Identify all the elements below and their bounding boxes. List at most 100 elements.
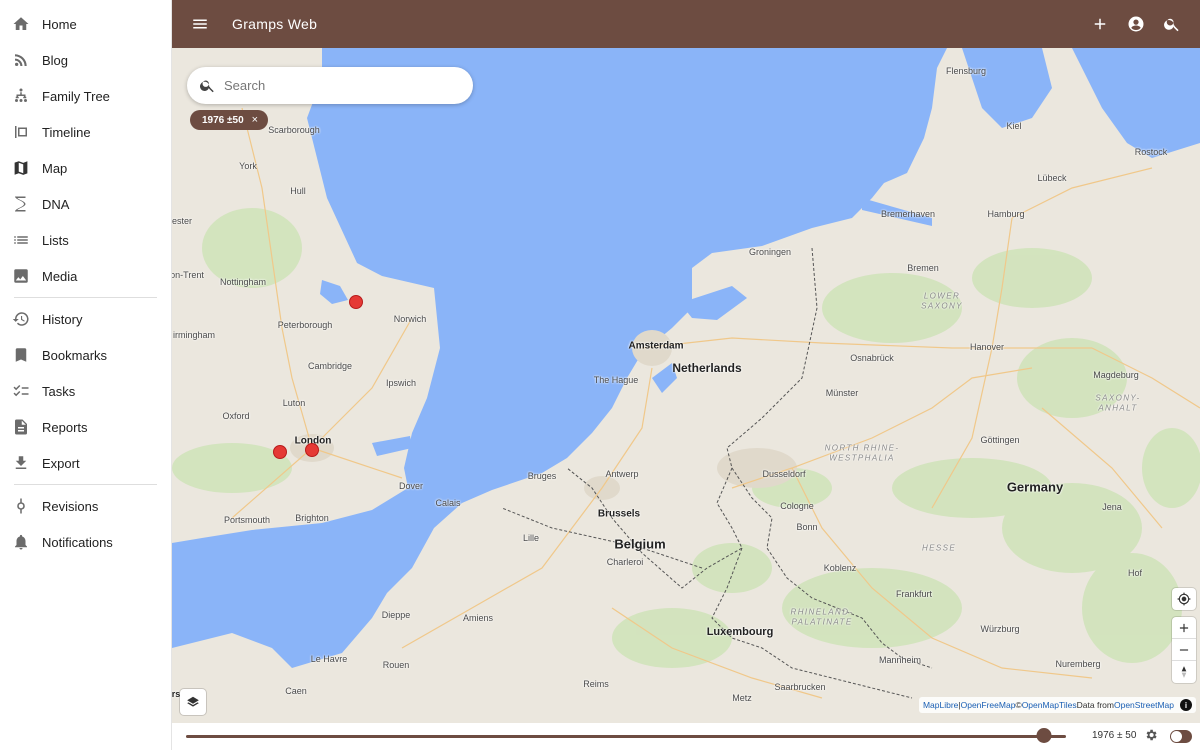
map-marker[interactable] — [273, 445, 287, 459]
place-label: Peterborough — [277, 320, 333, 330]
map-search-input[interactable] — [224, 78, 444, 93]
sidebar-item-bookmarks[interactable]: Bookmarks — [0, 337, 171, 373]
place-label: Saarbrucken — [774, 682, 826, 692]
zoom-in-button[interactable] — [1172, 617, 1196, 639]
place-label: Bruges — [527, 471, 557, 481]
place-label: Metz — [732, 693, 752, 703]
openmaptiles-link[interactable]: OpenMapTiles — [1022, 700, 1077, 710]
place-label: Luton — [282, 398, 306, 408]
place-label: Frankfurt — [895, 589, 933, 599]
place-label: Reims — [583, 679, 609, 689]
sidebar-item-label: Blog — [42, 52, 69, 68]
add-icon — [1094, 18, 1106, 30]
image-icon — [12, 267, 30, 285]
compass-button[interactable] — [1172, 661, 1196, 683]
sidebar-item-history[interactable]: History — [0, 301, 171, 337]
maplibre-link[interactable]: MapLibre — [923, 700, 958, 710]
country-label: Netherlands — [672, 361, 742, 375]
place-label: Göttingen — [980, 435, 1020, 445]
sidebar-item-blog[interactable]: Blog — [0, 42, 171, 78]
place-label: Hull — [290, 186, 306, 196]
sidebar-item-label: Reports — [42, 419, 88, 435]
map-view[interactable]: Flensburg Kiel Rostock Lübeck Hamburg Br… — [172, 48, 1200, 723]
place-label: Dusseldorf — [762, 469, 806, 479]
sidebar-item-media[interactable]: Media — [0, 258, 171, 294]
place-label: Nuremberg — [1055, 659, 1101, 669]
sidebar-item-map[interactable]: Map — [0, 150, 171, 186]
place-label: Antwerp — [605, 469, 639, 479]
sidebar-item-label: DNA — [42, 196, 70, 212]
menu-button[interactable] — [172, 0, 228, 48]
attribution-data-from: Data from — [1076, 700, 1114, 710]
date-filter-chip[interactable]: 1976 ±50 × — [190, 110, 269, 130]
place-label: Amsterdam — [628, 340, 684, 352]
sidebar-item-revisions[interactable]: Revisions — [0, 488, 171, 524]
place-label: Würzburg — [980, 624, 1020, 634]
sidebar-item-label: Revisions — [42, 498, 99, 514]
sidebar-item-reports[interactable]: Reports — [0, 409, 171, 445]
zoom-controls — [1172, 617, 1196, 683]
timeline-toggle[interactable] — [1170, 730, 1192, 743]
map-icon — [12, 159, 30, 177]
place-label: on-Trent — [172, 270, 204, 280]
gear-icon — [1146, 729, 1157, 741]
place-label: Hamburg — [987, 209, 1025, 219]
sidebar-item-export[interactable]: Export — [0, 445, 171, 481]
place-label: Dover — [398, 481, 424, 491]
info-icon[interactable]: i — [1180, 699, 1192, 711]
home-icon — [12, 15, 30, 33]
sidebar-item-family-tree[interactable]: Family Tree — [0, 78, 171, 114]
region-label: RHINELAND- — [790, 607, 854, 617]
place-label: Flensburg — [945, 66, 987, 76]
sidebar-item-tasks[interactable]: Tasks — [0, 373, 171, 409]
sidebar-item-label: History — [42, 311, 83, 327]
zoom-out-icon — [1179, 648, 1189, 651]
place-label: Bonn — [796, 522, 818, 532]
timeline-bar: 1976 ± 50 — [172, 723, 1200, 750]
bookmark-icon — [12, 346, 30, 364]
sidebar-nav: Home Blog Family Tree Timeline Map DNA Lists Me… — [0, 0, 171, 560]
close-icon[interactable]: × — [252, 114, 258, 126]
locate-icon — [1177, 592, 1191, 606]
openstreetmap-link[interactable]: OpenStreetMap — [1114, 700, 1174, 710]
sidebar-item-lists[interactable]: Lists — [0, 222, 171, 258]
place-label: Calais — [435, 498, 461, 508]
year-slider-track[interactable] — [186, 735, 1066, 738]
sidebar-item-timeline[interactable]: Timeline — [0, 114, 171, 150]
zoom-out-button[interactable] — [1172, 639, 1196, 661]
sidebar-item-home[interactable]: Home — [0, 6, 171, 42]
place-label: The Hague — [593, 375, 639, 385]
sidebar-item-label: Bookmarks — [42, 347, 108, 363]
place-label: Dieppe — [381, 610, 411, 620]
sidebar-divider — [14, 297, 157, 298]
place-label: Koblenz — [823, 563, 857, 573]
place-label: irmingham — [172, 330, 216, 340]
sidebar-item-label: Map — [42, 160, 68, 176]
sidebar-item-notifications[interactable]: Notifications — [0, 524, 171, 560]
account-button[interactable] — [1118, 0, 1154, 48]
add-button[interactable] — [1082, 0, 1118, 48]
compass-icon — [1181, 666, 1187, 678]
account-icon — [1128, 16, 1144, 32]
map-marker[interactable] — [305, 443, 319, 457]
toggle-knob — [1171, 731, 1182, 742]
place-label: Charleroi — [606, 557, 644, 567]
locate-button[interactable] — [1172, 588, 1196, 610]
region-label: NORTH RHINE- — [824, 443, 900, 453]
app-title: Gramps Web — [232, 16, 318, 32]
openfreemap-link[interactable]: OpenFreeMap — [961, 700, 1016, 710]
place-label: Cambridge — [307, 361, 353, 371]
map-search-box[interactable] — [187, 67, 473, 104]
place-label: Scarborough — [268, 125, 320, 135]
map-attribution: MapLibre | OpenFreeMap © OpenMapTiles Da… — [918, 697, 1196, 713]
search-button[interactable] — [1154, 0, 1190, 48]
layers-button[interactable] — [180, 689, 206, 715]
place-label: Cologne — [780, 501, 814, 511]
year-slider-thumb[interactable] — [1036, 728, 1052, 743]
timeline-settings-button[interactable] — [1144, 728, 1160, 744]
region-label: WESTPHALIA — [829, 453, 895, 463]
sidebar-item-dna[interactable]: DNA — [0, 186, 171, 222]
place-label: Jena — [1102, 502, 1122, 512]
region-label: HESSE — [921, 543, 957, 553]
map-marker[interactable] — [349, 295, 363, 309]
